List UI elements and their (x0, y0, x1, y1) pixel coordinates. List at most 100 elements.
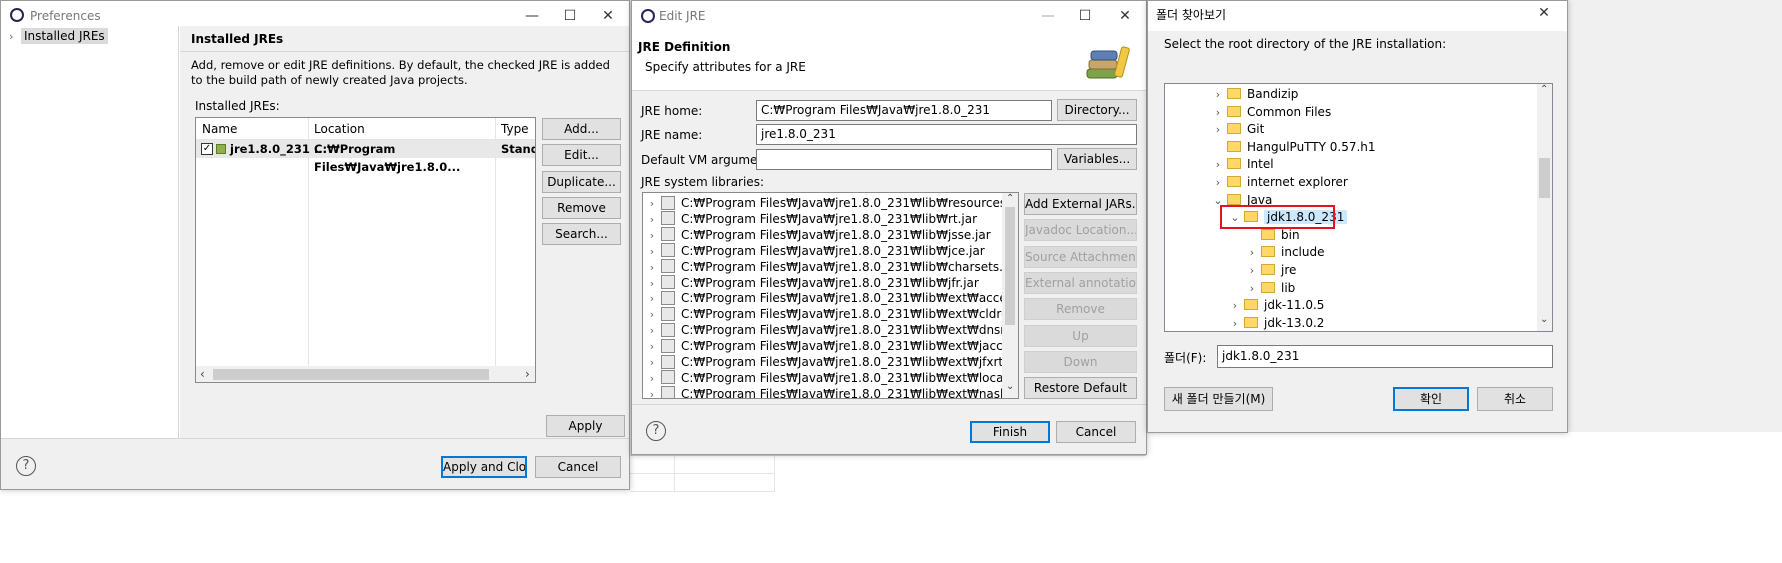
jre-name-field[interactable]: jre1.8.0_231 (756, 124, 1137, 145)
restore-default-button[interactable]: Restore Default (1024, 377, 1137, 399)
folder-tree-item[interactable]: › Intel (1209, 155, 1274, 173)
library-path: C:₩Program Files₩Java₩jre1.8.0_231₩lib₩e… (681, 370, 1003, 385)
column-header-name[interactable]: Name (202, 122, 237, 136)
library-rows: › C:₩Program Files₩Java₩jre1.8.0_231₩lib₩… (643, 193, 1003, 398)
add-external-jars-button[interactable]: Add External JARs... (1024, 193, 1137, 215)
folder-tree-item[interactable]: › Common Files (1209, 103, 1331, 121)
javadoc-location-button[interactable]: Javadoc Location... (1024, 219, 1137, 241)
up-button[interactable]: Up (1024, 325, 1137, 347)
scroll-up-icon[interactable]: ⌃ (1540, 84, 1548, 95)
chevron-right-icon[interactable]: › (1243, 280, 1261, 298)
nav-expand-icon[interactable]: › (9, 30, 13, 43)
scroll-thumb[interactable] (1539, 158, 1550, 198)
folder-tree-item[interactable]: › jdk-13.0.2 (1226, 314, 1325, 331)
scroll-thumb[interactable] (213, 369, 489, 380)
folder-dialog-instruction: Select the root directory of the JRE ins… (1164, 37, 1447, 51)
help-icon[interactable]: ? (16, 456, 36, 476)
vm-args-field[interactable] (756, 149, 1052, 170)
edit-jre-window: Edit JRE — ☐ ✕ JRE Definition Specify at… (631, 0, 1147, 455)
scroll-right-icon[interactable]: › (525, 367, 530, 381)
folder-vertical-scrollbar[interactable]: ⌃ ⌄ (1537, 84, 1552, 331)
folder-tree-item[interactable]: › include (1243, 243, 1325, 262)
close-icon[interactable]: ✕ (1533, 2, 1555, 24)
library-path: C:₩Program Files₩Java₩jre1.8.0_231₩lib₩r… (681, 196, 1003, 210)
external-annotations-button[interactable]: External annotations... (1024, 272, 1137, 294)
edit-jre-button[interactable]: Edit... (542, 144, 621, 166)
folder-field[interactable]: jdk1.8.0_231 (1217, 345, 1553, 368)
folder-tree[interactable]: › Bandizip › Common Files › Git HangulPuTTY 0.… (1164, 83, 1553, 332)
folder-tree-item[interactable]: › Bandizip (1209, 85, 1299, 104)
preferences-nav: › Installed JREs (1, 26, 179, 438)
jar-icon (661, 354, 675, 369)
folder-name: lib (1281, 280, 1296, 295)
column-header-type[interactable]: Type (501, 122, 529, 136)
duplicate-jre-button[interactable]: Duplicate... (542, 171, 621, 193)
chevron-right-icon[interactable]: › (1209, 121, 1227, 139)
maximize-icon[interactable]: ☐ (559, 5, 581, 27)
table-row[interactable]: ✓ jre1.8.0_231 ... C:₩Program Files₩Java… (196, 140, 535, 174)
edit-jre-titlebar[interactable]: Edit JRE — ☐ ✕ (632, 1, 1146, 31)
apply-button[interactable]: Apply (546, 415, 625, 437)
chevron-right-icon[interactable]: › (1226, 315, 1244, 331)
library-row[interactable]: › C:₩Program Files₩Java₩jre1.8.0_231₩lib₩… (643, 385, 1003, 398)
folder-tree-item[interactable]: › jre (1243, 261, 1297, 280)
folder-tree-item[interactable]: › lib (1243, 279, 1296, 298)
remove-library-button[interactable]: Remove (1024, 298, 1137, 320)
scroll-down-icon[interactable]: ⌄ (1006, 381, 1014, 392)
system-libraries-tree[interactable]: › C:₩Program Files₩Java₩jre1.8.0_231₩lib₩… (642, 192, 1019, 399)
jre-home-field[interactable]: C:₩Program Files₩Java₩jre1.8.0_231 (756, 100, 1052, 121)
background-strip (0, 490, 630, 563)
close-icon[interactable]: ✕ (597, 5, 619, 27)
down-button[interactable]: Down (1024, 351, 1137, 373)
library-vertical-scrollbar[interactable]: ⌃ ⌄ (1002, 193, 1018, 398)
cancel-button[interactable]: Cancel (535, 456, 621, 478)
add-jre-button[interactable]: Add... (542, 118, 621, 140)
cancel-button[interactable]: 취소 (1477, 387, 1553, 411)
minimize-icon[interactable]: — (521, 5, 543, 27)
expand-chevron-icon[interactable]: › (643, 386, 661, 398)
cancel-button[interactable]: Cancel (1056, 421, 1136, 443)
remove-jre-button[interactable]: Remove (542, 197, 621, 219)
jar-icon (661, 211, 675, 226)
jar-icon (661, 290, 675, 305)
chevron-right-icon[interactable]: › (1243, 244, 1261, 262)
directory-button[interactable]: Directory... (1057, 99, 1137, 121)
chevron-right-icon[interactable]: › (1226, 297, 1244, 315)
folder-tree-item[interactable]: › jdk-11.0.5 (1226, 296, 1325, 315)
apply-and-close-button[interactable]: Apply and Close (441, 456, 527, 478)
help-icon[interactable]: ? (646, 421, 666, 441)
edit-jre-footer-divider (632, 404, 1146, 405)
variables-button[interactable]: Variables... (1057, 148, 1137, 170)
scroll-thumb[interactable] (1005, 207, 1015, 325)
chevron-right-icon[interactable]: › (1243, 262, 1261, 280)
wizard-header: JRE Definition Specify attributes for a … (632, 31, 1146, 91)
close-icon[interactable]: ✕ (1114, 5, 1136, 27)
new-folder-button[interactable]: 새 폴더 만들기(M) (1164, 387, 1273, 411)
row-checkbox[interactable]: ✓ (201, 143, 213, 155)
table-horizontal-scrollbar[interactable]: ‹ › (196, 366, 535, 382)
folder-tree-item[interactable]: ⌄ jdk1.8.0_231 (1220, 205, 1348, 230)
folder-tree-item[interactable]: bin (1243, 226, 1300, 244)
scroll-up-icon[interactable]: ⌃ (1006, 193, 1014, 204)
chevron-right-icon[interactable]: › (1209, 86, 1227, 104)
column-header-location[interactable]: Location (314, 122, 365, 136)
ok-button[interactable]: 확인 (1393, 387, 1469, 411)
jar-icon (661, 386, 675, 398)
folder-tree-item[interactable]: HangulPuTTY 0.57.h1 (1209, 138, 1376, 156)
chevron-right-icon[interactable]: › (1209, 174, 1227, 192)
source-attachment-button[interactable]: Source Attachment... (1024, 246, 1137, 268)
nav-item-installed-jres[interactable]: Installed JREs (21, 28, 108, 44)
table-header: Name Location Type (196, 118, 535, 382)
folder-tree-item[interactable]: › Git (1209, 120, 1265, 139)
jre-table[interactable]: Name Location Type ✓ jre1.8.0_231 ... C:… (195, 117, 536, 383)
scroll-down-icon[interactable]: ⌄ (1540, 314, 1548, 325)
maximize-icon[interactable]: ☐ (1074, 5, 1096, 27)
scroll-left-icon[interactable]: ‹ (200, 367, 205, 381)
folder-tree-item[interactable]: › internet explorer (1209, 173, 1348, 191)
folder-dialog-titlebar[interactable]: 폴더 찾아보기 ✕ (1148, 1, 1567, 31)
chevron-right-icon[interactable]: › (1209, 104, 1227, 122)
minimize-icon[interactable]: — (1037, 5, 1059, 27)
search-jre-button[interactable]: Search... (542, 223, 621, 245)
finish-button[interactable]: Finish (970, 421, 1050, 443)
chevron-right-icon[interactable]: › (1209, 156, 1227, 174)
